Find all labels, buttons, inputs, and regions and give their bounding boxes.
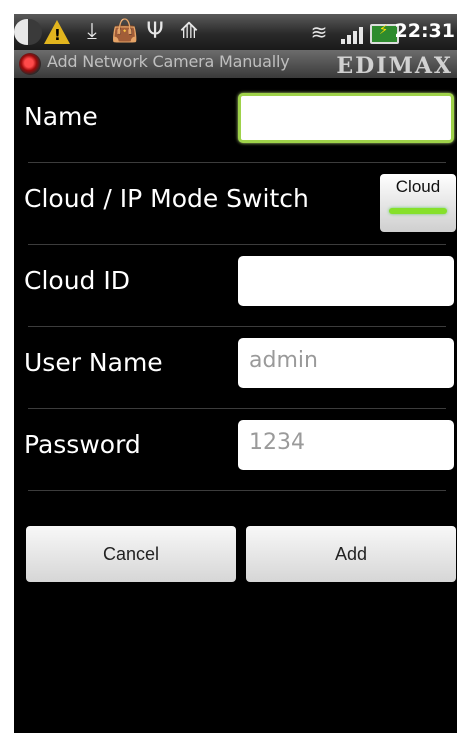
usb-icon: Ψ [146,19,164,44]
shopping-bag-icon: 👜 [111,19,139,44]
user-name-label: User Name [24,348,163,377]
app-screen: ⤓ 👜 Ψ ⟰ ≋ 22:31 Add Network Camera Manua… [14,14,457,733]
user-name-row: User Name admin [14,326,457,408]
divider [28,490,446,491]
name-row: Name [14,80,457,162]
name-label: Name [24,102,98,131]
password-row: Password 1234 [14,408,457,490]
warning-icon [44,20,70,44]
half-moon-icon [14,19,42,45]
title-bar: Add Network Camera Manually EDIMAX [14,50,457,79]
cloud-id-row: Cloud ID [14,244,457,326]
cloud-id-input[interactable] [238,256,454,306]
camera-app-icon [19,53,41,75]
name-input[interactable] [238,93,454,143]
page-title: Add Network Camera Manually [47,52,290,71]
cloud-ip-toggle[interactable]: Cloud [380,174,456,232]
download-icon: ⤓ [87,19,97,44]
signal-icon [341,26,367,44]
brand-logo: EDIMAX [336,53,453,79]
wifi-icon: ≋ [310,20,328,44]
password-input[interactable]: 1234 [238,420,454,470]
mode-switch-label: Cloud / IP Mode Switch [24,184,309,213]
user-name-input[interactable]: admin [238,338,454,388]
usb-tethering-icon: ⟰ [179,19,199,44]
toggle-indicator [389,208,447,214]
clock: 22:31 [394,20,455,42]
mode-switch-row: Cloud / IP Mode Switch Cloud [14,162,457,244]
toggle-label: Cloud [395,177,441,196]
cancel-button[interactable]: Cancel [26,526,236,582]
status-bar: ⤓ 👜 Ψ ⟰ ≋ 22:31 [14,14,457,50]
add-button[interactable]: Add [246,526,456,582]
password-label: Password [24,430,141,459]
cloud-id-label: Cloud ID [24,266,130,295]
